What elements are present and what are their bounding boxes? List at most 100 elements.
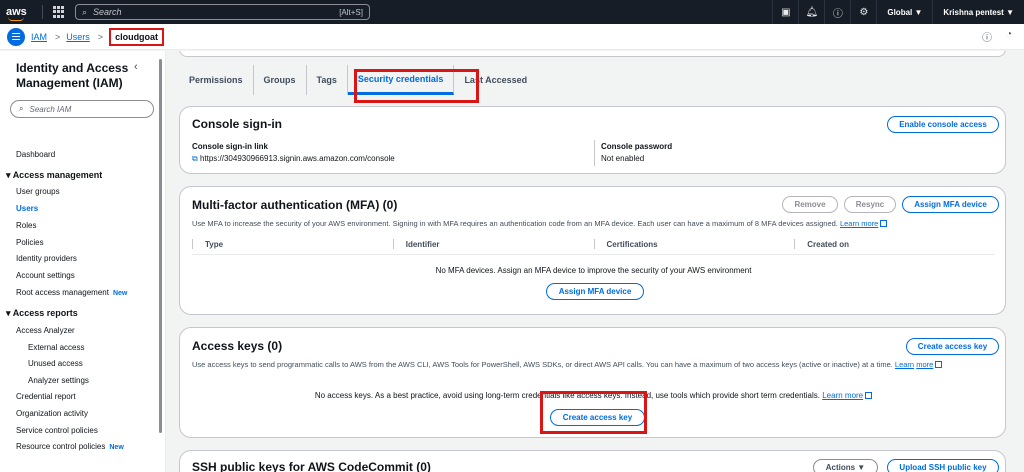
search-shortcut-hint: [Alt+S] [339, 7, 363, 17]
access-keys-empty-row: No access keys. As a best practice, avoi… [180, 391, 1007, 400]
sidebar-item-organization-activity[interactable]: Organization activity [16, 409, 88, 418]
new-badge: New [109, 444, 124, 451]
global-search-input[interactable]: ⌕ Search [Alt+S] [75, 4, 370, 20]
mfa-col-type[interactable]: Type [192, 239, 393, 249]
tab-groups[interactable]: Groups [254, 65, 307, 95]
console-link-label: Console sign-in link [192, 142, 269, 151]
remove-mfa-button[interactable]: Remove [782, 196, 838, 213]
assign-mfa-device-empty-button[interactable]: Assign MFA device [546, 283, 644, 300]
top-navigation-bar: aws ⌕ Search [Alt+S] ▣ 🔔︎ ⓘ ⚙ Global ▼ K… [0, 0, 1024, 24]
assign-mfa-device-button[interactable]: Assign MFA device [902, 196, 999, 213]
console-sign-in-title: Console sign-in [192, 117, 282, 131]
sidebar-item-service-control-policies[interactable]: Service control policies [16, 426, 98, 435]
mfa-table-header: Type Identifier Certifications Created o… [192, 236, 995, 252]
sidebar-item-label: Resource control policies [16, 442, 106, 451]
external-link-icon [880, 220, 888, 227]
sidebar-item-label: Root access management [16, 288, 109, 297]
access-keys-empty-learn-more[interactable]: Learn more [822, 391, 863, 400]
sidebar-title: Identity and Access Management (IAM) [16, 61, 129, 90]
menu-icon[interactable] [7, 27, 25, 46]
upload-ssh-key-button[interactable]: Upload SSH public key [887, 459, 999, 472]
console-link-row: ⧉ https://304930966913.signin.aws.amazon… [192, 154, 395, 164]
console-sign-in-card: Console sign-in Enable console access Co… [179, 106, 1006, 174]
tab-security-credentials[interactable]: Security credentials [347, 65, 455, 95]
access-keys-learn-more-link-2[interactable]: more [916, 360, 933, 369]
sidebar-item-root-access[interactable]: Root access management New [16, 288, 127, 297]
sidebar-item-resource-control-policies[interactable]: Resource control policies New [16, 442, 124, 451]
sidebar-item-access-analyzer[interactable]: Access Analyzer [16, 326, 75, 335]
ssh-keys-title: SSH public keys for AWS CodeCommit (0) [192, 460, 431, 472]
sidebar-item-users[interactable]: Users [16, 204, 38, 213]
access-keys-learn-more-link[interactable]: Learn [895, 360, 914, 369]
access-keys-title: Access keys (0) [192, 339, 283, 353]
tab-last-accessed[interactable]: Last Accessed [454, 65, 537, 95]
search-icon: ⌕ [82, 6, 88, 17]
ssh-actions-button[interactable]: Actions ▼ [813, 459, 878, 472]
sidebar-section-label: Access management [12, 170, 103, 180]
mfa-title: Multi-factor authentication (MFA) (0) [192, 198, 398, 212]
divider [594, 140, 595, 166]
sidebar-item-roles[interactable]: Roles [16, 221, 36, 230]
main-content: Permissions Groups Tags Security credent… [167, 51, 1024, 472]
sidebar-section-access-management[interactable]: ▾ Access management [6, 170, 102, 181]
sidebar-item-external-access[interactable]: External access [28, 343, 84, 352]
create-access-key-button[interactable]: Create access key [906, 338, 999, 355]
access-keys-empty-text: No access keys. As a best practice, avoi… [314, 391, 820, 400]
settings-icon[interactable]: ◔ [1006, 29, 1012, 44]
resync-mfa-button[interactable]: Resync [844, 196, 896, 213]
ssh-keys-card: SSH public keys for AWS CodeCommit (0) A… [179, 450, 1006, 472]
region-selector[interactable]: Global ▼ [876, 0, 932, 24]
copy-icon[interactable]: ⧉ [192, 154, 198, 163]
new-badge: New [112, 290, 128, 297]
gear-icon[interactable]: ⚙ [850, 0, 876, 24]
aws-logo[interactable]: aws [6, 7, 36, 21]
sidebar-search-placeholder: Search IAM [29, 104, 72, 114]
chevron-left-icon[interactable]: ‹ [134, 61, 138, 73]
breadcrumb-iam[interactable]: IAM [31, 32, 47, 42]
breadcrumb-separator: > [55, 31, 61, 42]
breadcrumb-separator: > [97, 31, 104, 42]
sidebar-item-dashboard[interactable]: Dashboard [16, 150, 55, 159]
sidebar-section-label: Access reports [12, 308, 78, 318]
mfa-empty-text: No MFA devices. Assign an MFA device to … [435, 266, 752, 275]
sidebar-item-policies[interactable]: Policies [16, 238, 44, 247]
mfa-col-identifier[interactable]: Identifier [392, 239, 594, 249]
mfa-col-created-on[interactable]: Created on [794, 239, 995, 249]
sidebar-scrollbar[interactable] [159, 59, 162, 433]
mfa-learn-more-link[interactable]: Learn more [840, 219, 878, 228]
help-icon[interactable]: ⓘ [824, 0, 850, 24]
search-icon: ⌕ [19, 104, 24, 113]
access-keys-description-text: Use access keys to send programmatic cal… [192, 360, 893, 369]
sidebar: Identity and Access Management (IAM) ‹ ⌕… [0, 51, 166, 472]
services-grid-icon[interactable] [53, 6, 65, 18]
breadcrumb-current: cloudgoat [109, 27, 165, 46]
sidebar-search-input[interactable]: ⌕ Search IAM [10, 100, 154, 118]
info-icon[interactable]: ⓘ [982, 29, 992, 44]
sidebar-item-account-settings[interactable]: Account settings [16, 271, 75, 280]
search-placeholder: Search [93, 7, 122, 17]
mfa-card: Multi-factor authentication (MFA) (0) Re… [179, 186, 1006, 315]
sidebar-section-access-reports[interactable]: ▾ Access reports [6, 308, 78, 319]
user-tabs: Permissions Groups Tags Security credent… [179, 65, 537, 95]
create-access-key-empty-button[interactable]: Create access key [550, 409, 645, 426]
account-menu[interactable]: Krishna pentest ▼ [932, 0, 1024, 24]
enable-console-access-button[interactable]: Enable console access [887, 116, 999, 133]
sidebar-item-user-groups[interactable]: User groups [16, 187, 60, 196]
sidebar-item-analyzer-settings[interactable]: Analyzer settings [28, 376, 89, 385]
external-link-icon [865, 392, 873, 399]
bell-icon[interactable]: 🔔︎ [798, 0, 824, 24]
terminal-icon[interactable]: ▣ [772, 0, 798, 24]
tab-tags[interactable]: Tags [307, 65, 348, 95]
sidebar-item-credential-report[interactable]: Credential report [16, 392, 76, 401]
access-keys-card: Access keys (0) Create access key Use ac… [179, 327, 1006, 438]
mfa-description-text: Use MFA to increase the security of your… [192, 219, 838, 228]
tab-permissions[interactable]: Permissions [179, 65, 254, 95]
mfa-col-certifications[interactable]: Certifications [593, 239, 795, 249]
console-password-value: Not enabled [601, 154, 645, 163]
user-summary-card-edge [179, 51, 1006, 57]
breadcrumb-users[interactable]: Users [66, 32, 90, 42]
sidebar-item-unused-access[interactable]: Unused access [28, 359, 83, 368]
access-keys-description: Use access keys to send programmatic cal… [192, 359, 997, 370]
sidebar-item-identity-providers[interactable]: Identity providers [16, 254, 77, 263]
breadcrumb-bar: IAM > Users > cloudgoat ⓘ ◔ [0, 24, 1024, 50]
